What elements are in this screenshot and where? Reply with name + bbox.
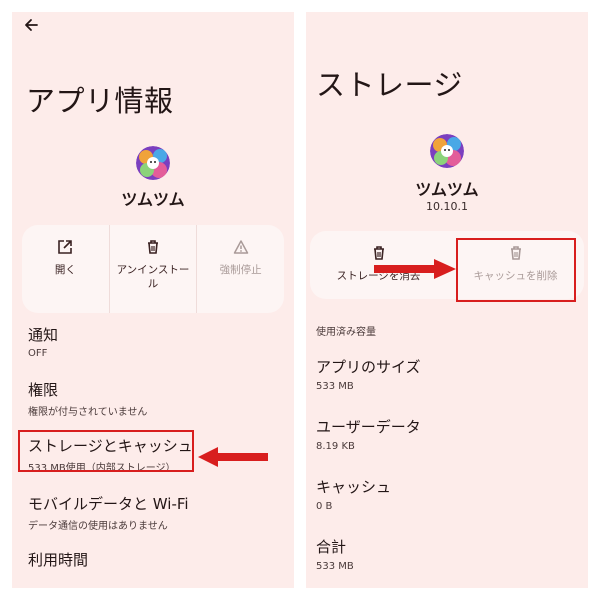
app-icon [430, 134, 464, 168]
app-icon [136, 146, 170, 180]
open-external-icon [58, 240, 73, 254]
setting-permissions[interactable]: 権限 権限が付与されていません [28, 379, 147, 418]
highlight-box [18, 430, 194, 472]
stat-total: 合計 533 MB [316, 536, 354, 572]
app-version: 10.10.1 [426, 200, 468, 213]
setting-subtitle: 権限が付与されていません [28, 407, 148, 418]
annotation-arrow-left-icon [198, 447, 268, 467]
stat-title: ユーザーデータ [316, 418, 421, 436]
stat-value: 0 B [316, 501, 333, 512]
setting-notifications[interactable]: 通知 OFF [28, 324, 58, 359]
section-header: 使用済み容量 [316, 327, 376, 338]
stat-cache: キャッシュ 0 B [316, 476, 391, 512]
stat-title: アプリのサイズ [316, 358, 421, 376]
stat-title: キャッシュ [316, 478, 392, 496]
uninstall-label: アンインストール [116, 264, 190, 290]
setting-title: 権限 [28, 381, 59, 399]
annotation-arrow-right-icon [374, 259, 456, 279]
warning-icon [233, 240, 248, 254]
setting-screen-time[interactable]: 利用時間 [28, 549, 88, 570]
highlight-box [456, 238, 576, 302]
setting-subtitle: データ通信の使用はありません [28, 521, 168, 532]
setting-title: 利用時間 [28, 551, 89, 569]
uninstall-button[interactable]: アンインストール [108, 225, 197, 313]
stat-app-size: アプリのサイズ 533 MB [316, 356, 421, 392]
stat-title: 合計 [316, 538, 347, 556]
stat-value: 8.19 KB [316, 441, 355, 452]
page-title: ストレージ [316, 68, 463, 102]
stat-user-data: ユーザーデータ 8.19 KB [316, 416, 421, 452]
app-name: ツムツム [415, 180, 479, 199]
storage-screen: ストレージ ツムツム 10.10.1 ストレージを消去 キャッシュを削除 使用済… [306, 12, 588, 588]
page-title: アプリ情報 [26, 84, 174, 118]
force-stop-button[interactable]: 強制停止 [196, 225, 284, 313]
trash-icon [148, 240, 158, 254]
app-info-screen: アプリ情報 ツムツム 開く アンインストール 強制停止 通知 OFF 権限 権限… [12, 12, 294, 588]
open-label: 開く [54, 264, 76, 276]
back-arrow-icon[interactable] [22, 16, 40, 34]
setting-mobile-data-wifi[interactable]: モバイルデータと Wi-Fi データ通信の使用はありません [28, 493, 189, 532]
stat-value: 533 MB [316, 381, 354, 392]
open-button[interactable]: 開く [22, 225, 109, 313]
setting-title: 通知 [28, 326, 59, 344]
stat-value: 533 MB [316, 561, 354, 572]
app-name: ツムツム [121, 190, 185, 209]
app-actions-card: 開く アンインストール 強制停止 [22, 225, 284, 313]
setting-subtitle: OFF [28, 348, 48, 359]
setting-title: モバイルデータと Wi-Fi [28, 495, 189, 513]
force-stop-label: 強制停止 [219, 264, 262, 276]
